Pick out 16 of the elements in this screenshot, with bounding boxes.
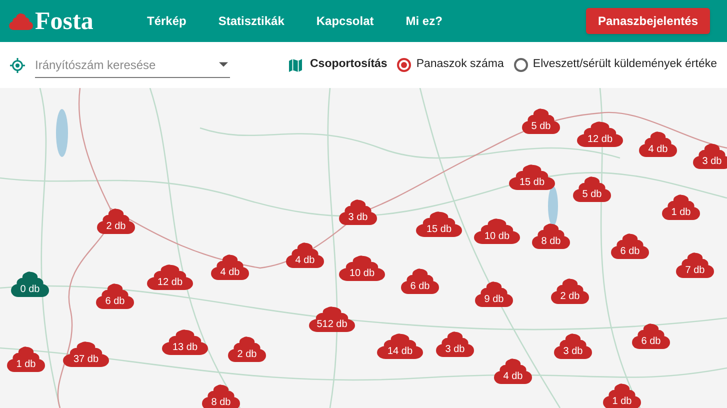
radio-label: Panaszok száma bbox=[416, 57, 504, 72]
postcode-input[interactable]: Irányítószám keresése bbox=[35, 56, 219, 74]
nav-link[interactable]: Mi ez? bbox=[406, 12, 442, 30]
map-icon bbox=[289, 58, 302, 72]
nav-link[interactable]: Statisztikák bbox=[218, 12, 284, 30]
radio-label: Elveszett/sérült küldemények értéke bbox=[532, 57, 717, 72]
nav-link[interactable]: Térkép bbox=[147, 12, 186, 30]
caret-icon bbox=[219, 62, 228, 67]
logo-icon bbox=[9, 12, 33, 30]
location-target-icon[interactable] bbox=[10, 58, 25, 72]
report-button[interactable]: Panaszbejelentés bbox=[586, 8, 710, 34]
grouping-label: Csoportosítás bbox=[310, 57, 388, 72]
logo-text: Fosta bbox=[35, 8, 94, 34]
radio-button[interactable] bbox=[514, 58, 528, 72]
radio-button[interactable] bbox=[397, 58, 412, 72]
nav-link[interactable]: Kapcsolat bbox=[316, 12, 374, 30]
